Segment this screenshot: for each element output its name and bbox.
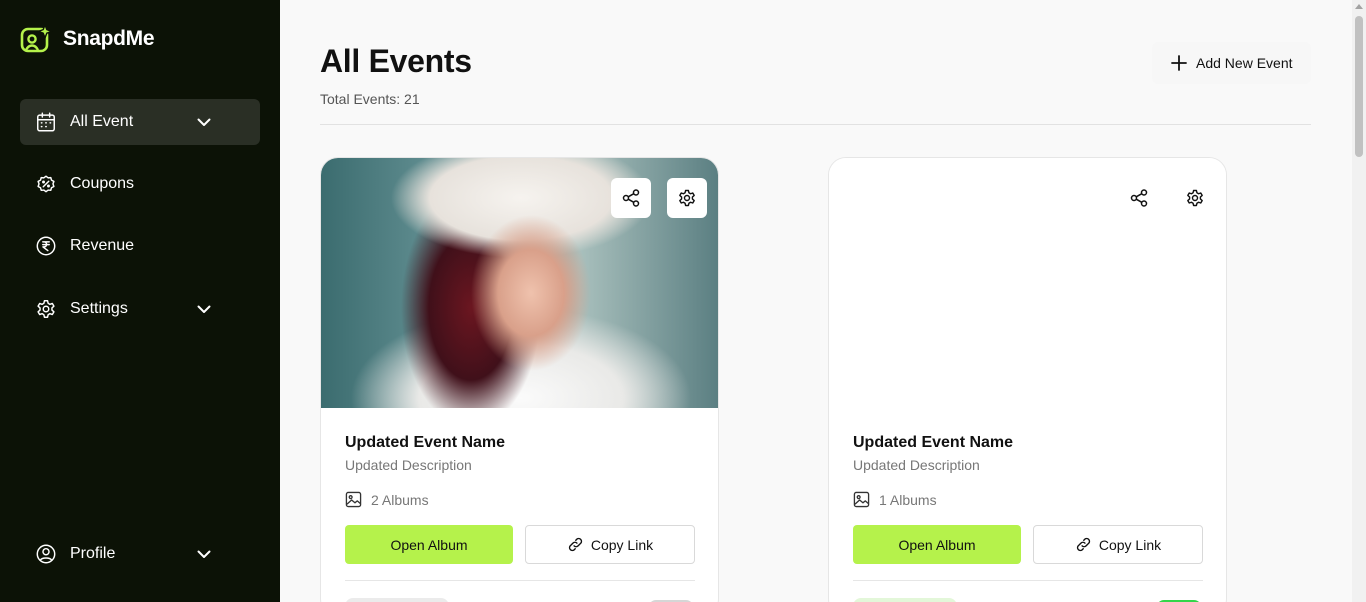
link-icon [1076,537,1090,552]
share-icon [622,189,640,207]
plus-icon [1171,55,1187,71]
sidebar-item-revenue[interactable]: Revenue [20,223,260,269]
card-divider [853,580,1203,581]
add-new-event-button[interactable]: Add New Event [1152,42,1311,84]
chevron-down-icon[interactable] [196,546,212,562]
main-content: All Events Total Events: 21 Add New Even… [280,0,1352,602]
total-events-count: Total Events: 21 [320,91,420,107]
brand[interactable]: SnapdMe [20,24,155,54]
event-name: Updated Event Name [345,434,506,451]
header-divider [320,124,1311,125]
share-button[interactable] [611,178,651,218]
album-count-label: 1 Albums [879,491,937,508]
event-settings-button[interactable] [1175,178,1215,218]
gear-icon [1187,189,1203,207]
sidebar-item-label: Settings [70,300,128,317]
sidebar: SnapdMe All Event Coupons Revenue Settin… [0,0,280,602]
share-icon [1130,189,1148,207]
share-button[interactable] [1119,178,1159,218]
scroll-up-arrow-icon[interactable] [1355,4,1363,9]
add-new-event-label: Add New Event [1196,55,1293,71]
brand-name: SnapdMe [63,27,155,50]
sidebar-item-label: All Event [70,113,134,130]
event-description: Updated Description [345,457,472,473]
scrollbar-thumb[interactable] [1355,16,1363,157]
sidebar-item-label: Coupons [70,175,135,192]
sidebar-item-all-event[interactable]: All Event [20,99,260,145]
gear-icon [679,189,695,207]
coupon-badge-icon [37,175,55,193]
image-icon [345,491,362,508]
gear-icon [37,300,55,318]
image-icon [853,491,870,508]
event-card: Updated Event Name Updated Description 1… [828,157,1227,602]
copy-link-button[interactable]: Copy Link [525,525,695,564]
page-title: All Events [320,43,472,79]
sidebar-item-coupons[interactable]: Coupons [20,161,260,207]
copy-link-button[interactable]: Copy Link [1033,525,1203,564]
event-cover-image[interactable] [321,158,718,408]
open-album-button[interactable]: Open Album [853,525,1021,564]
status-chip [345,598,449,602]
chevron-down-icon[interactable] [196,114,212,130]
calendar-icon [37,112,55,132]
status-chip [853,598,957,602]
copy-link-label: Copy Link [590,536,654,553]
sidebar-item-label: Profile [70,545,116,562]
link-icon [568,537,582,552]
sidebar-item-label: Revenue [70,237,135,254]
snapdme-logo-icon [20,24,54,53]
sidebar-item-profile[interactable]: Profile [20,531,260,577]
event-name: Updated Event Name [853,434,1014,451]
sidebar-item-settings[interactable]: Settings [20,286,260,332]
rupee-icon [36,236,56,256]
album-count-label: 2 Albums [371,491,429,508]
event-card: Updated Event Name Updated Description 2… [320,157,719,602]
chevron-down-icon[interactable] [196,301,212,317]
event-description: Updated Description [853,457,980,473]
album-count: 2 Albums [345,491,429,508]
album-count: 1 Albums [853,491,937,508]
copy-link-label: Copy Link [1098,536,1162,553]
user-circle-icon [36,544,56,564]
event-settings-button[interactable] [667,178,707,218]
card-divider [345,580,695,581]
event-cover-empty[interactable] [829,158,1226,408]
open-album-button[interactable]: Open Album [345,525,513,564]
vertical-scrollbar[interactable] [1352,0,1366,602]
